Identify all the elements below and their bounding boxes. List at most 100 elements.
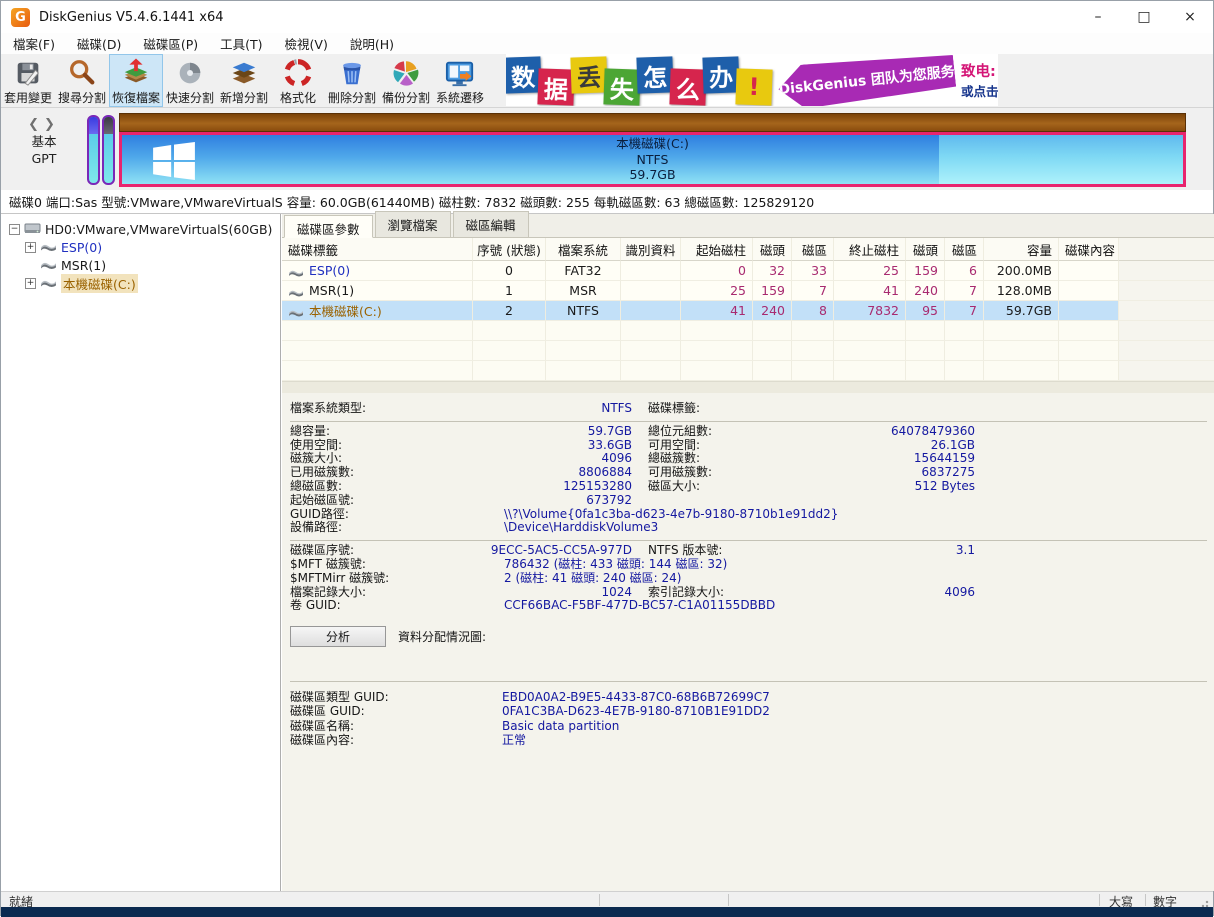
- table-filler: [282, 381, 1214, 393]
- resize-grip[interactable]: [1201, 898, 1210, 907]
- detail-label: $MFT 磁簇號:: [290, 558, 450, 572]
- toolbar-button-快速分割[interactable]: 快速分割: [163, 54, 217, 107]
- capacity-cell: 128.0MB: [984, 281, 1059, 301]
- msr-partition-capsule[interactable]: [102, 115, 115, 185]
- disk-info-text: 磁碟0 端口:Sas 型號:VMware,VMwareVirtualS 容量: …: [9, 192, 814, 211]
- menu-item[interactable]: 檢視(V): [275, 32, 338, 55]
- content-cell: [1059, 281, 1119, 301]
- tree-node-ESP(0)[interactable]: +ESP(0): [1, 238, 280, 256]
- detail-label: [648, 494, 798, 508]
- disk-bar-header[interactable]: [119, 113, 1186, 132]
- fs-cell: MSR: [546, 281, 621, 301]
- expand-toggle-icon[interactable]: +: [25, 278, 36, 289]
- title-bar: G DiskGenius V5.4.6.1441 x64 – □ ×: [1, 1, 1213, 33]
- maximize-button[interactable]: □: [1121, 1, 1167, 33]
- detail-label: 起始磁區號:: [290, 494, 450, 508]
- detail-row: 磁簇大小:4096總磁簇數:15644159: [290, 452, 1207, 466]
- esp-partition-capsule[interactable]: [87, 115, 100, 185]
- empty-cell: [906, 321, 945, 341]
- guid-section: 磁碟區類型 GUID:EBD0A0A2-B9E5-4433-87C0-68B6B…: [290, 682, 1207, 753]
- tree-node-MSR(1)[interactable]: MSR(1): [1, 256, 280, 274]
- detail-label: $MFTMirr 磁簇號:: [290, 572, 450, 586]
- banner-tile: 怎: [636, 56, 673, 93]
- empty-cell: [945, 321, 984, 341]
- guid-value: Basic data partition: [450, 719, 1207, 733]
- partition-icon: [40, 241, 57, 253]
- empty-cell: [945, 361, 984, 381]
- c-drive-partition-bar[interactable]: 本機磁碟(C:) NTFS 59.7GB: [119, 132, 1186, 187]
- toolbar-button-新增分割[interactable]: 新增分割: [217, 54, 271, 107]
- diskgenius-window: { "window": { "title": "DiskGenius V5.4.…: [0, 0, 1214, 916]
- next-disk-arrow-icon[interactable]: ❯: [44, 117, 60, 132]
- banner-phone: 致电: 400-008-9958: [961, 60, 998, 81]
- empty-cell: [984, 361, 1059, 381]
- empty-cell: [282, 341, 473, 361]
- table-row[interactable]: 本機磁碟(C:)2NTFS412408783295759.7GB: [282, 301, 1214, 321]
- menu-item[interactable]: 說明(H): [340, 32, 404, 55]
- table-row[interactable]: MSR(1)1MSR251597412407128.0MB: [282, 281, 1214, 301]
- minimize-button[interactable]: –: [1075, 1, 1121, 33]
- close-button[interactable]: ×: [1167, 1, 1213, 33]
- detail-section: 磁碟區序號:9ECC-5AC5-CC5A-977DNTFS 版本號:3.1$MF…: [290, 540, 1207, 618]
- toolbar-button-搜尋分割[interactable]: 搜尋分割: [55, 54, 109, 107]
- tab-瀏覽檔案[interactable]: 瀏覽檔案: [375, 211, 451, 237]
- delete-partition-icon: [337, 58, 367, 88]
- disk-bar: 本機磁碟(C:) NTFS 59.7GB: [119, 113, 1186, 187]
- toolbar-button-套用變更[interactable]: 套用變更: [1, 54, 55, 107]
- detail-value: 6837275: [798, 466, 975, 480]
- detail-value: 125153280: [450, 480, 632, 494]
- partition-size: 59.7GB: [122, 167, 1183, 183]
- disk-scheme-label: GPT: [11, 150, 77, 167]
- id-cell: [621, 261, 681, 281]
- banner-tile: 丢: [570, 56, 607, 93]
- detail-section: 檔案系統類型:NTFS磁碟標籤:: [290, 399, 1207, 421]
- empty-cell: [906, 341, 945, 361]
- chs-cell: 7: [945, 301, 984, 321]
- banner-qq-link[interactable]: 或点击此处选择QQ咨询: [961, 81, 998, 100]
- partition-name: ESP(0): [309, 263, 350, 278]
- detail-label: 已用磁簇數:: [290, 466, 450, 480]
- toolbar-button-格式化[interactable]: 格式化: [271, 54, 325, 107]
- main-panel: 磁碟區參數瀏覽檔案磁區編輯 磁碟標籤序號 (狀態)檔案系統識別資料起始磁柱磁頭磁…: [282, 214, 1214, 891]
- row-filler: [1119, 301, 1214, 321]
- menu-item[interactable]: 磁碟(D): [67, 32, 131, 55]
- ad-banner[interactable]: 数据丢失怎么办! DiskGenius 团队为您服务 致电: 400-008-9…: [506, 54, 998, 106]
- empty-cell: [621, 321, 681, 341]
- tab-磁碟區參數[interactable]: 磁碟區參數: [284, 215, 373, 238]
- analyze-button[interactable]: 分析: [290, 626, 386, 647]
- partition-name: 本機磁碟(C:): [309, 301, 382, 320]
- empty-cell: [792, 361, 834, 381]
- prev-disk-arrow-icon[interactable]: ❮: [28, 117, 44, 132]
- table-row[interactable]: ESP(0)0FAT3203233251596200.0MB: [282, 261, 1214, 281]
- tree-node-本機磁碟(C:)[interactable]: +本機磁碟(C:): [1, 274, 280, 292]
- toolbar-button-刪除分割[interactable]: 刪除分割: [325, 54, 379, 107]
- quick-partition-icon: [175, 58, 205, 88]
- expand-toggle-icon[interactable]: +: [25, 242, 36, 253]
- detail-label: 總位元組數:: [648, 425, 798, 439]
- toolbar-button-系統遷移[interactable]: 系統遷移: [433, 54, 487, 107]
- tab-磁區編輯[interactable]: 磁區編輯: [453, 211, 529, 237]
- chs-cell: 240: [906, 281, 945, 301]
- partition-name: MSR(1): [309, 283, 354, 298]
- banner-tile: 办: [702, 56, 739, 93]
- guid-label: 磁碟區類型 GUID:: [290, 690, 450, 704]
- menu-item[interactable]: 檔案(F): [3, 32, 65, 55]
- system-migrate-icon: [445, 58, 475, 88]
- toolbar-button-恢復檔案[interactable]: 恢復檔案: [109, 54, 163, 107]
- guid-row: 磁碟區 GUID:0FA1C3BA-D623-4E7B-9180-8710B1E…: [290, 704, 1207, 718]
- detail-value: 59.7GB: [450, 425, 632, 439]
- toolbar-button-備份分割[interactable]: 備份分割: [379, 54, 433, 107]
- seq-cell: 2: [473, 301, 546, 321]
- empty-cell: [834, 321, 906, 341]
- disk-type-label: 基本: [11, 133, 77, 150]
- detail-label: 可用磁簇數:: [648, 466, 798, 480]
- menu-item[interactable]: 磁碟區(P): [133, 32, 208, 55]
- menu-item[interactable]: 工具(T): [210, 32, 272, 55]
- banner-tile: 失: [603, 68, 640, 105]
- empty-cell: [681, 321, 753, 341]
- chs-cell: 6: [945, 261, 984, 281]
- partition-name-cell: ESP(0): [282, 261, 473, 281]
- tree-node-root[interactable]: −HD0:VMware,VMwareVirtualS(60GB): [1, 220, 280, 238]
- detail-label: 磁碟標籤:: [648, 402, 798, 416]
- collapse-toggle-icon[interactable]: −: [9, 224, 20, 235]
